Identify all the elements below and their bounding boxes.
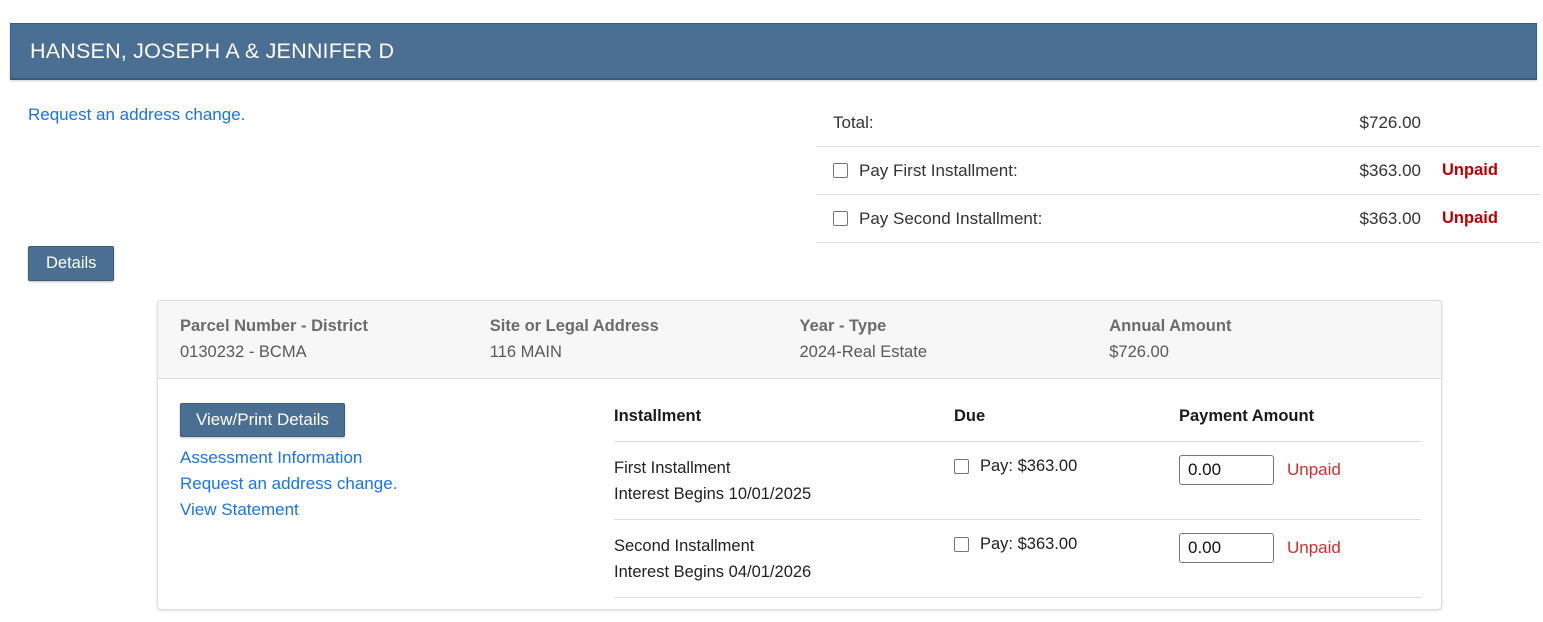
due-column-header: Due bbox=[954, 407, 1179, 426]
payment-amount-column-header: Payment Amount bbox=[1179, 407, 1421, 426]
pay-second-installment-checkbox[interactable] bbox=[833, 211, 848, 226]
site-legal-address-col: Site or Legal Address 116 MAIN bbox=[490, 313, 800, 365]
parcel-number-district-label: Parcel Number - District bbox=[180, 313, 490, 339]
first-installment-payment-cell: Unpaid bbox=[1179, 455, 1421, 485]
view-statement-link[interactable]: View Statement bbox=[180, 497, 600, 523]
first-installment-unpaid-status: Unpaid bbox=[1287, 460, 1341, 480]
second-installment-payment-cell: Unpaid bbox=[1179, 533, 1421, 563]
owner-name-title: HANSEN, JOSEPH A & JENNIFER D bbox=[30, 39, 394, 64]
annual-amount-col: Annual Amount $726.00 bbox=[1109, 313, 1419, 365]
second-installment-due-cell: Pay: $363.00 bbox=[954, 533, 1179, 554]
details-button[interactable]: Details bbox=[28, 246, 114, 281]
second-installment-due-text: Pay: $363.00 bbox=[980, 535, 1077, 554]
tax-payment-page: HANSEN, JOSEPH A & JENNIFER D Request an… bbox=[0, 0, 1543, 622]
second-installment-amount: $363.00 bbox=[1331, 209, 1421, 229]
pay-first-installment-checkbox[interactable] bbox=[833, 163, 848, 178]
table-row-first-installment: First Installment Interest Begins 10/01/… bbox=[614, 442, 1421, 520]
owner-header-bar: HANSEN, JOSEPH A & JENNIFER D bbox=[10, 23, 1537, 80]
payment-summary-table: Total: $726.00 Pay First Installment: $3… bbox=[816, 99, 1540, 243]
first-installment-interest: Interest Begins 10/01/2025 bbox=[614, 481, 954, 507]
parcel-number-district-col: Parcel Number - District 0130232 - BCMA bbox=[180, 313, 490, 365]
installment-table-header: Installment Due Payment Amount bbox=[614, 379, 1421, 442]
summary-row-first-installment: Pay First Installment: $363.00 Unpaid bbox=[816, 147, 1540, 195]
first-installment-cell: First Installment Interest Begins 10/01/… bbox=[614, 455, 954, 507]
pay-first-installment-label: Pay First Installment: bbox=[859, 161, 1018, 181]
installment-column-header: Installment bbox=[614, 407, 954, 426]
parcel-info-header: Parcel Number - District 0130232 - BCMA … bbox=[158, 301, 1441, 379]
year-type-col: Year - Type 2024-Real Estate bbox=[800, 313, 1110, 365]
site-legal-address-label: Site or Legal Address bbox=[490, 313, 800, 339]
first-installment-due-cell: Pay: $363.00 bbox=[954, 455, 1179, 476]
second-installment-unpaid-status: Unpaid bbox=[1287, 538, 1341, 558]
first-installment-amount: $363.00 bbox=[1331, 161, 1421, 181]
details-panel: Parcel Number - District 0130232 - BCMA … bbox=[157, 300, 1442, 610]
first-installment-label-wrap: Pay First Installment: bbox=[833, 161, 1331, 181]
details-links: Assessment Information Request an addres… bbox=[180, 445, 600, 523]
details-left-column: View/Print Details Assessment Informatio… bbox=[180, 403, 600, 523]
second-installment-interest: Interest Begins 04/01/2026 bbox=[614, 559, 954, 585]
annual-amount-label: Annual Amount bbox=[1109, 313, 1419, 339]
second-installment-label-wrap: Pay Second Installment: bbox=[833, 209, 1331, 229]
table-row-second-installment: Second Installment Interest Begins 04/01… bbox=[614, 520, 1421, 598]
assessment-information-link[interactable]: Assessment Information bbox=[180, 445, 600, 471]
second-installment-cell: Second Installment Interest Begins 04/01… bbox=[614, 533, 954, 585]
summary-row-second-installment: Pay Second Installment: $363.00 Unpaid bbox=[816, 195, 1540, 243]
second-installment-payment-input[interactable] bbox=[1179, 533, 1274, 563]
first-installment-payment-input[interactable] bbox=[1179, 455, 1274, 485]
pay-second-installment-label: Pay Second Installment: bbox=[859, 209, 1042, 229]
first-installment-status: Unpaid bbox=[1421, 161, 1540, 180]
first-installment-name: First Installment bbox=[614, 455, 954, 481]
total-amount: $726.00 bbox=[1331, 113, 1421, 133]
view-print-details-button[interactable]: View/Print Details bbox=[180, 403, 345, 437]
address-change-link-panel[interactable]: Request an address change. bbox=[180, 471, 600, 497]
summary-row-total: Total: $726.00 bbox=[816, 99, 1540, 147]
second-installment-name: Second Installment bbox=[614, 533, 954, 559]
year-type-value: 2024-Real Estate bbox=[800, 339, 1110, 365]
second-installment-status: Unpaid bbox=[1421, 209, 1540, 228]
parcel-number-district-value: 0130232 - BCMA bbox=[180, 339, 490, 365]
annual-amount-value: $726.00 bbox=[1109, 339, 1419, 365]
first-installment-pay-checkbox[interactable] bbox=[954, 459, 969, 474]
year-type-label: Year - Type bbox=[800, 313, 1110, 339]
address-change-link-top[interactable]: Request an address change. bbox=[28, 105, 245, 125]
second-installment-pay-checkbox[interactable] bbox=[954, 537, 969, 552]
details-panel-body: View/Print Details Assessment Informatio… bbox=[158, 379, 1441, 613]
site-legal-address-value: 116 MAIN bbox=[490, 339, 800, 365]
total-label: Total: bbox=[833, 113, 1331, 133]
installment-table: Installment Due Payment Amount First Ins… bbox=[614, 379, 1421, 598]
first-installment-due-text: Pay: $363.00 bbox=[980, 457, 1077, 476]
